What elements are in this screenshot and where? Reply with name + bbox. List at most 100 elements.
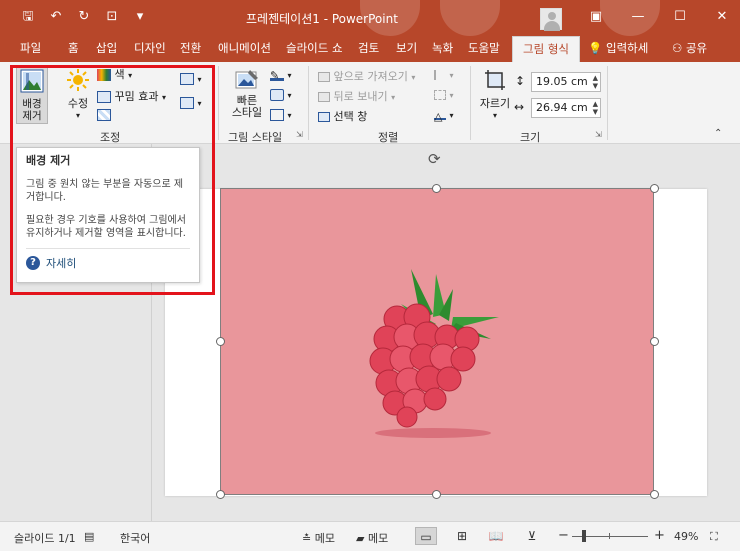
width-input[interactable]: 26.94 cm ▲ ▼ xyxy=(531,98,601,118)
language-indicator[interactable]: 한국어 xyxy=(120,530,150,546)
normal-view-button[interactable]: ▭ xyxy=(415,527,437,545)
tooltip-more-info-link[interactable]: ? 자세히 xyxy=(26,255,190,271)
artistic-effects-button[interactable]: 꾸밈 효과 ▾ xyxy=(97,88,166,104)
comments-label: 메모 xyxy=(367,532,389,545)
rotate-icon: △ xyxy=(434,110,446,123)
title-decoration xyxy=(440,0,500,36)
raspberry-picture[interactable] xyxy=(220,188,654,495)
share-label: 공유 xyxy=(685,41,708,55)
rotate-button[interactable]: △ ▾ xyxy=(434,108,454,123)
zoom-in-button[interactable]: + xyxy=(654,528,665,543)
tab-help[interactable]: 도움말 xyxy=(468,36,500,62)
layout-icon xyxy=(270,109,284,121)
maximize-icon[interactable]: ☐ xyxy=(672,9,688,24)
resize-handle[interactable] xyxy=(650,184,659,193)
tell-me[interactable]: 💡 입력하세 xyxy=(588,36,648,62)
accessibility-icon[interactable]: ▤ xyxy=(84,530,94,543)
bring-forward-label: 앞으로 가져오기 xyxy=(333,70,408,83)
rotate-handle-icon[interactable]: ⟳ xyxy=(428,150,441,168)
transparency-button[interactable] xyxy=(97,108,111,121)
reading-view-button[interactable]: 📖 xyxy=(485,527,507,545)
redo-icon[interactable]: ↻ xyxy=(76,9,92,25)
compress-pictures-button[interactable]: ▾ xyxy=(180,72,202,85)
tab-review[interactable]: 검토 xyxy=(358,36,379,62)
send-backward-button[interactable]: 뒤로 보내기 ▾ xyxy=(318,88,395,104)
dialog-launcher-icon[interactable]: ⇲ xyxy=(595,130,602,139)
bring-forward-button[interactable]: 앞으로 가져오기 ▾ xyxy=(318,68,415,84)
chevron-down-icon: ▾ xyxy=(287,71,292,80)
tab-picture-format[interactable]: 그림 형식 xyxy=(512,36,580,62)
pen-icon: ✎ xyxy=(270,69,284,82)
change-picture-button[interactable]: ▾ xyxy=(180,96,202,109)
group-button[interactable]: ▾ xyxy=(434,88,454,101)
remove-background-icon xyxy=(20,69,44,93)
picture-layout-button[interactable]: ▾ xyxy=(270,108,292,121)
height-input[interactable]: 19.05 cm ▲ ▼ xyxy=(531,72,601,92)
save-icon[interactable]: 🖫 xyxy=(20,9,36,25)
remove-background-button[interactable]: 배경 제거 xyxy=(16,66,48,124)
zoom-slider-thumb[interactable] xyxy=(582,530,586,542)
chevron-down-icon: ▾ xyxy=(75,111,80,120)
tooltip-title: 배경 제거 xyxy=(26,154,71,167)
comments-button[interactable]: ▰ 메모 xyxy=(356,530,388,546)
resize-handle[interactable] xyxy=(650,337,659,346)
person-icon: ⚇ xyxy=(672,41,683,55)
slide-sorter-button[interactable]: ⊞ xyxy=(451,527,473,545)
tab-animations[interactable]: 애니메이션 xyxy=(218,36,271,62)
selection-pane-button[interactable]: 선택 창 xyxy=(318,108,367,124)
tab-record[interactable]: 녹화 xyxy=(432,36,453,62)
compress-icon xyxy=(180,73,194,85)
group-label-adjust: 조정 xyxy=(100,131,121,144)
chevron-down-icon: ▾ xyxy=(287,91,292,100)
ribbon-display-icon[interactable]: ▣ xyxy=(588,9,604,24)
share-button[interactable]: ⚇ 공유 xyxy=(672,36,707,62)
quick-styles-icon xyxy=(235,70,258,89)
send-backward-icon xyxy=(318,92,330,102)
color-icon xyxy=(97,69,111,81)
picture-effects-button[interactable]: ▾ xyxy=(270,88,292,101)
chevron-down-icon: ▾ xyxy=(492,111,497,120)
width-spinner[interactable]: ▲ ▼ xyxy=(593,100,598,116)
chevron-down-icon: ▾ xyxy=(128,71,133,80)
present-icon[interactable]: ⊡ xyxy=(104,9,120,25)
effects-icon xyxy=(270,89,284,101)
collapse-ribbon-icon[interactable]: ⌃ xyxy=(714,128,722,139)
quick-styles-button[interactable]: 빠른 스타일 xyxy=(230,68,264,119)
sun-icon xyxy=(67,69,89,91)
resize-handle[interactable] xyxy=(216,490,225,499)
tab-view[interactable]: 보기 xyxy=(396,36,417,62)
minimize-icon[interactable]: — xyxy=(630,9,646,24)
zoom-level[interactable]: 49% xyxy=(674,530,698,543)
notes-button[interactable]: ≛ 메모 xyxy=(302,530,335,546)
color-button[interactable]: 색 ▾ xyxy=(97,66,132,82)
chevron-down-icon: ▾ xyxy=(197,75,202,84)
customize-icon[interactable]: ▾ xyxy=(132,9,148,25)
artistic-effects-label: 꾸밈 효과 xyxy=(114,90,159,103)
height-spinner[interactable]: ▲ ▼ xyxy=(593,74,598,90)
tab-transitions[interactable]: 전환 xyxy=(180,36,201,62)
zoom-out-button[interactable]: − xyxy=(558,528,569,543)
group-separator xyxy=(470,66,471,140)
close-icon[interactable]: ✕ xyxy=(714,9,730,24)
tab-insert[interactable]: 삽입 xyxy=(96,36,117,62)
tab-slideshow[interactable]: 슬라이드 쇼 xyxy=(286,36,343,62)
resize-handle[interactable] xyxy=(432,184,441,193)
picture-border-button[interactable]: ✎ ▾ xyxy=(270,68,292,82)
undo-icon[interactable]: ↶ xyxy=(48,9,64,25)
dialog-launcher-icon[interactable]: ⇲ xyxy=(296,130,303,139)
fit-to-window-icon[interactable]: ⛶ xyxy=(710,530,718,544)
crop-button[interactable]: 자르기 ▾ xyxy=(478,68,512,120)
tab-home[interactable]: 홈 xyxy=(68,36,79,62)
corrections-button[interactable]: 수정 ▾ xyxy=(64,68,92,120)
resize-handle[interactable] xyxy=(432,490,441,499)
group-separator xyxy=(607,66,608,140)
avatar[interactable] xyxy=(540,8,562,31)
align-button[interactable]: ▾ xyxy=(434,68,454,81)
resize-handle[interactable] xyxy=(216,337,225,346)
tell-me-label: 입력하세 xyxy=(605,41,649,55)
tab-file[interactable]: 파일 xyxy=(20,36,41,62)
tab-design[interactable]: 디자인 xyxy=(134,36,166,62)
resize-handle[interactable] xyxy=(650,490,659,499)
slideshow-button[interactable]: ⊻ xyxy=(521,527,543,545)
chevron-down-icon: ▾ xyxy=(449,111,454,120)
